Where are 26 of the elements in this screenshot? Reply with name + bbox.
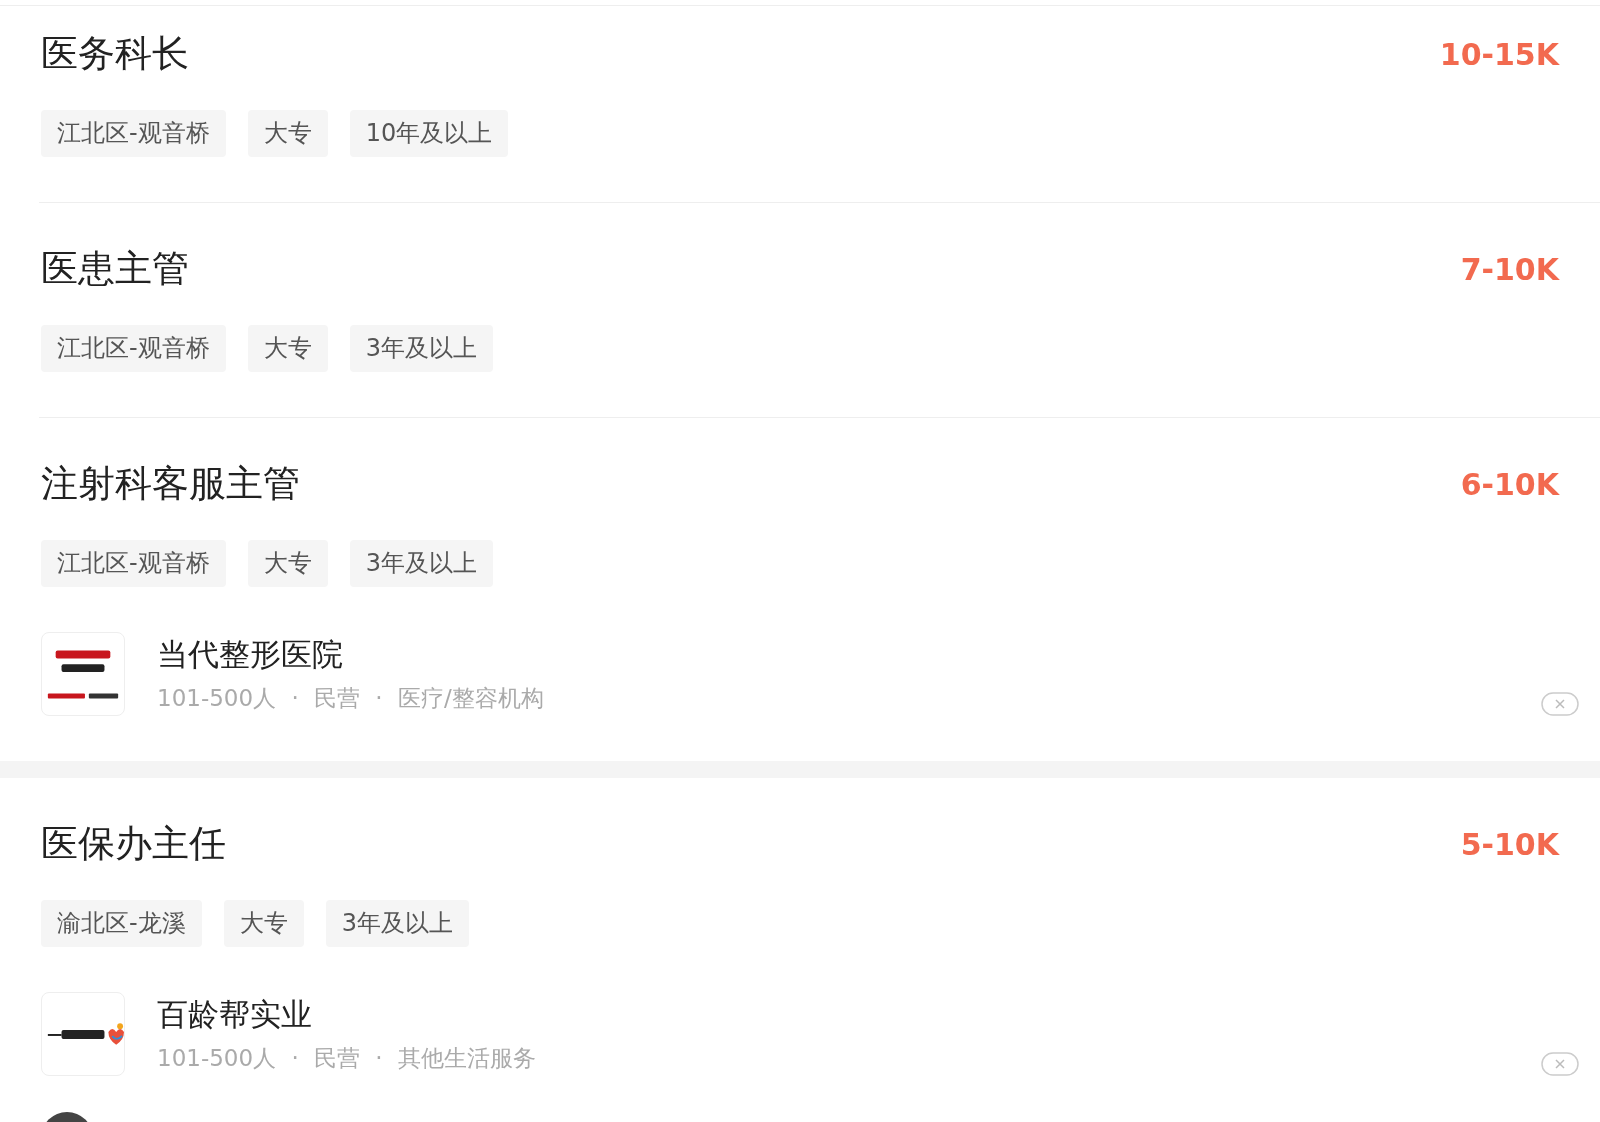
job-tag: 3年及以上	[349, 540, 493, 587]
job-tag: 10年及以上	[349, 110, 509, 157]
job-tag: 3年及以上	[325, 900, 469, 947]
job-title: 医患主管	[41, 246, 189, 292]
job-tag: 大专	[223, 900, 304, 947]
salary: 7-10K	[1460, 251, 1559, 287]
job-tag: 渝北区-龙溪	[41, 900, 202, 947]
company-info: 101-500人 · 民营 · 其他生活服务	[157, 1044, 537, 1073]
company-info: 101-500人 · 民营 · 医疗/整容机构	[157, 684, 545, 713]
job-tag: 江北区-观音桥	[41, 110, 226, 157]
job-title: 医务科长	[41, 31, 189, 77]
job-title: 医保办主任	[41, 821, 226, 867]
job-tag: 江北区-观音桥	[41, 540, 226, 587]
job-tag: 3年及以上	[349, 325, 493, 372]
job-tag: 大专	[247, 110, 328, 157]
salary: 5-10K	[1460, 826, 1559, 862]
dismiss-button[interactable]	[1541, 1052, 1579, 1076]
company-name: 当代整形医院	[157, 635, 344, 674]
company-name: 百龄帮实业	[157, 995, 313, 1034]
job-tag: 大专	[247, 540, 328, 587]
job-tag: 江北区-观音桥	[41, 325, 226, 372]
salary: 10-15K	[1439, 36, 1559, 72]
job-title: 注射科客服主管	[41, 461, 300, 507]
salary: 6-10K	[1460, 466, 1559, 502]
dismiss-button[interactable]	[1541, 692, 1579, 716]
job-tag: 大专	[247, 325, 328, 372]
